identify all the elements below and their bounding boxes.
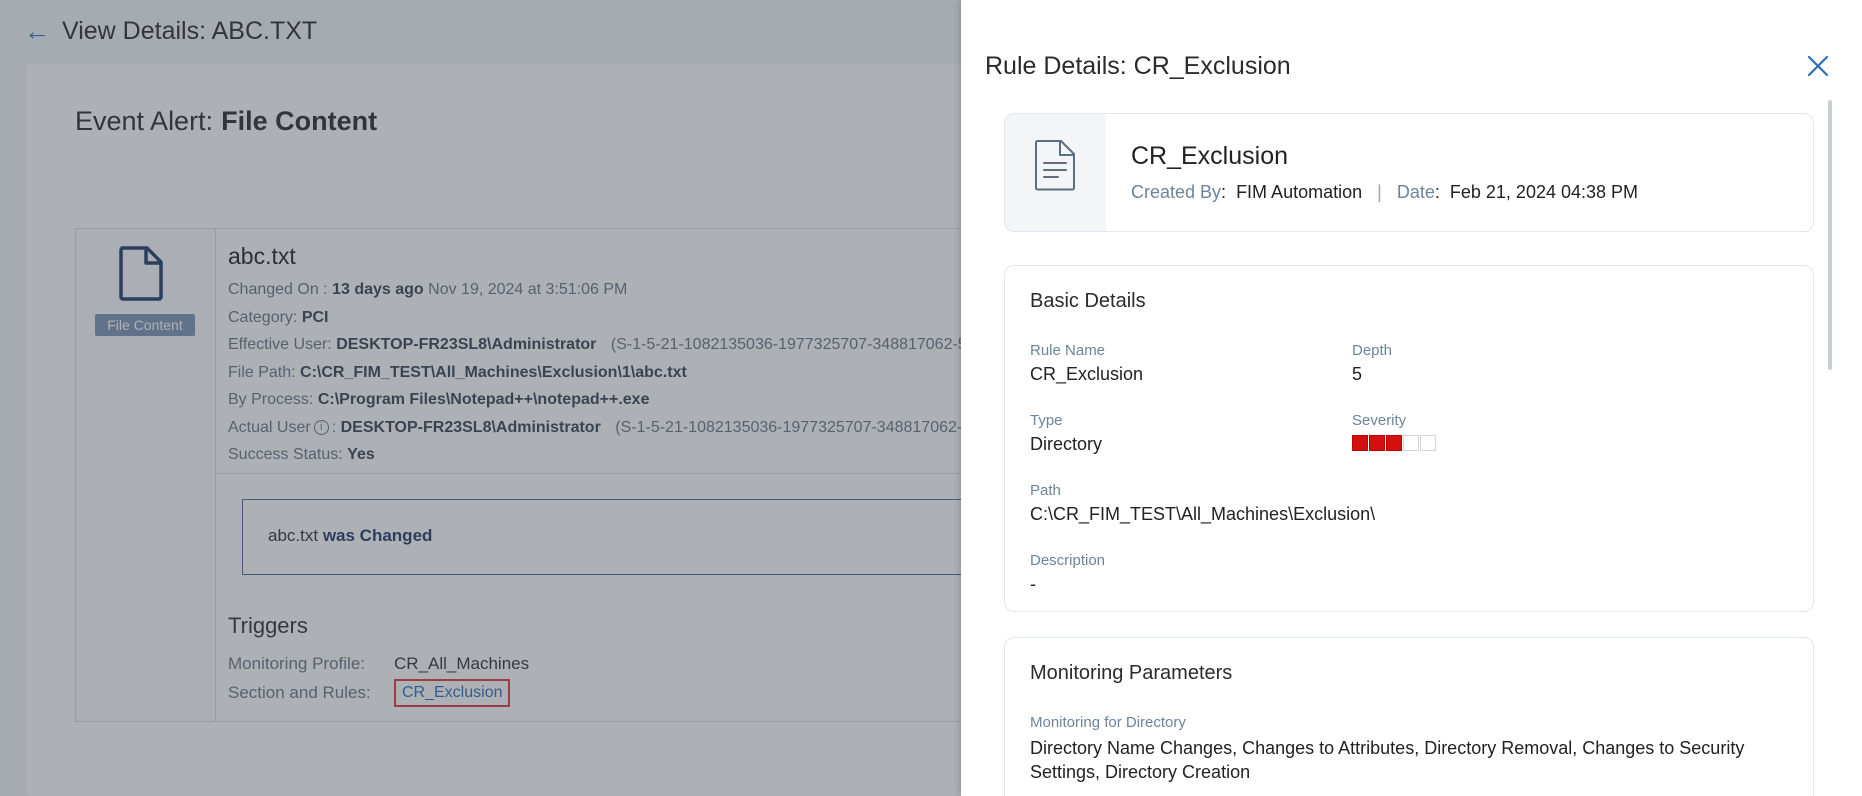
close-icon[interactable] <box>1805 53 1831 79</box>
description-value: - <box>1030 574 1036 594</box>
severity-label: Severity <box>1352 412 1407 429</box>
monitoring-directory-field: Monitoring for Directory Directory Name … <box>1030 714 1790 784</box>
severity-block <box>1369 435 1385 451</box>
depth-value: 5 <box>1352 364 1363 384</box>
rule-meta: Created By: FIM Automation | Date: Feb 2… <box>1131 182 1639 202</box>
type-field: Type Directory <box>1030 412 1102 455</box>
rule-name-label: Rule Name <box>1030 342 1106 359</box>
date-value: Feb 21, 2024 04:38 PM <box>1449 182 1639 202</box>
severity-field: Severity <box>1352 412 1436 451</box>
created-by-label: Created By <box>1131 182 1222 202</box>
monitoring-parameters-title: Monitoring Parameters <box>1030 662 1233 684</box>
severity-block <box>1403 435 1419 451</box>
drawer-title: Rule Details: CR_Exclusion <box>985 52 1291 80</box>
depth-label: Depth <box>1352 342 1393 359</box>
rule-name-value: CR_Exclusion <box>1030 364 1144 384</box>
basic-details-title: Basic Details <box>1030 290 1146 312</box>
severity-block <box>1352 435 1368 451</box>
monitoring-directory-value: Directory Name Changes, Changes to Attri… <box>1030 738 1745 782</box>
type-label: Type <box>1030 412 1063 429</box>
drawer-scrollbar[interactable] <box>1828 100 1832 370</box>
rule-name-field: Rule Name CR_Exclusion <box>1030 342 1143 385</box>
path-label: Path <box>1030 482 1061 499</box>
path-value: C:\CR_FIM_TEST\All_Machines\Exclusion\ <box>1030 504 1376 524</box>
monitoring-parameters-card: Monitoring Parameters Monitoring for Dir… <box>1004 637 1814 796</box>
description-label: Description <box>1030 552 1106 569</box>
severity-block <box>1420 435 1436 451</box>
meta-separator: | <box>1377 182 1382 202</box>
created-by-value: FIM Automation <box>1236 182 1363 202</box>
severity-block <box>1386 435 1402 451</box>
rule-icon-pane <box>1005 114 1106 231</box>
severity-meter <box>1352 435 1436 451</box>
rule-details-drawer: Rule Details: CR_Exclusion CR_Exclusion … <box>961 0 1862 796</box>
path-field: Path C:\CR_FIM_TEST\All_Machines\Exclusi… <box>1030 482 1375 525</box>
date-label: Date <box>1396 182 1435 202</box>
rule-header-card: CR_Exclusion Created By: FIM Automation … <box>1004 113 1814 232</box>
basic-details-card: Basic Details Rule Name CR_Exclusion Dep… <box>1004 265 1814 612</box>
type-value: Directory <box>1030 434 1103 454</box>
document-lines-icon <box>1035 140 1075 191</box>
depth-field: Depth 5 <box>1352 342 1392 385</box>
rule-name-heading: CR_Exclusion <box>1131 142 1289 170</box>
monitoring-directory-label: Monitoring for Directory <box>1030 714 1186 731</box>
description-field: Description - <box>1030 552 1105 595</box>
